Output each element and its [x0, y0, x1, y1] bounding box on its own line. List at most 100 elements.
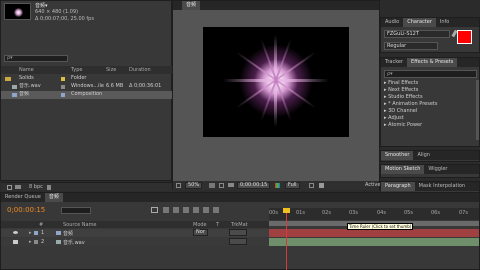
snapshot-icon[interactable]	[209, 183, 215, 188]
layer-row[interactable]: ▸ 2 音乐.wav	[1, 238, 269, 246]
tab-mask-interpolation[interactable]: Mask Interpolation	[415, 182, 469, 191]
trkmat-select[interactable]	[229, 238, 247, 245]
expand-arrow-icon[interactable]: ▸	[29, 239, 32, 245]
smoother-panel: Smoother Align	[380, 150, 480, 162]
col-source-name[interactable]: Source Name	[63, 222, 97, 228]
composition-tab-bar: 音频	[173, 1, 379, 10]
item-size: 6.6 MB	[106, 83, 124, 89]
font-name-select[interactable]: FZGuLi-S12T	[384, 30, 450, 38]
comp-canvas[interactable]	[203, 27, 349, 137]
list-item[interactable]: ▸ 3D Channel	[384, 108, 479, 115]
new-folder-icon[interactable]	[15, 185, 21, 189]
trash-icon[interactable]	[47, 185, 51, 190]
expand-arrow-icon[interactable]: ▸	[29, 230, 32, 236]
layer-name[interactable]: 音乐.wav	[63, 239, 85, 246]
list-item[interactable]: ▸ * Animation Presets	[384, 101, 479, 108]
item-type: Composition	[71, 91, 103, 97]
trkmat-select[interactable]	[229, 229, 247, 236]
tab-tracker[interactable]: Tracker	[381, 58, 407, 67]
time-ruler[interactable]: 00s 01s 02s 03s 04s 05s 06s 07s	[269, 208, 479, 220]
col-trkmat[interactable]: TrkMat	[231, 222, 248, 228]
camera-icon[interactable]	[228, 183, 234, 187]
tab-character[interactable]: Character	[403, 18, 436, 27]
col-track-matte-t[interactable]: T	[216, 222, 219, 228]
list-item[interactable]: 音乐.wav Windows...ile 6.6 MB Δ 0;00:36:01	[1, 83, 173, 91]
tab-smoother[interactable]: Smoother	[381, 151, 414, 160]
composition-panel: 音频 50% 0;00:00:15 Full Active	[172, 0, 380, 190]
live-update-icon[interactable]	[163, 207, 169, 213]
transparency-grid-icon[interactable]	[319, 183, 324, 188]
layer-duration-bar[interactable]	[269, 238, 479, 246]
bpc-label[interactable]: 8 bpc	[29, 184, 43, 190]
tab-composition[interactable]: 音频	[182, 1, 201, 10]
speaker-icon[interactable]	[13, 240, 18, 244]
layer-duration-bar[interactable]	[269, 229, 479, 237]
tab-paragraph[interactable]: Paragraph	[381, 182, 415, 191]
list-item[interactable]: ▸ Adjust	[384, 115, 479, 122]
visibility-icon[interactable]	[13, 231, 18, 234]
current-time-indicator[interactable]	[286, 209, 287, 270]
frame-blending-icon[interactable]	[193, 207, 199, 213]
effects-search-input[interactable]: ρ▾	[384, 70, 477, 78]
tab-align[interactable]: Align	[413, 151, 434, 160]
col-type[interactable]: Type	[71, 67, 82, 73]
effect-category-label: Next Effects	[388, 87, 419, 93]
effect-category-label: Adjust	[388, 115, 404, 121]
label-color	[34, 240, 38, 244]
list-item[interactable]: ▸ Studio Effects	[384, 94, 479, 101]
interpret-footage-icon[interactable]	[7, 185, 12, 190]
current-time-display[interactable]: 0;00:00:15	[7, 206, 45, 214]
font-style-select[interactable]: Regular	[384, 42, 438, 50]
composition-mini-flowchart-icon[interactable]	[151, 207, 158, 213]
col-name[interactable]: Name	[19, 67, 34, 73]
grid-icon[interactable]	[219, 183, 224, 188]
motion-blur-icon[interactable]	[203, 207, 209, 213]
tab-timeline-comp[interactable]: 音频	[44, 193, 63, 202]
tab-render-queue[interactable]: Render Queue	[1, 193, 45, 202]
comp-time-display[interactable]: 0;00:00:15	[237, 182, 271, 189]
tab-audio[interactable]: Audio	[381, 18, 403, 27]
effects-search-placeholder: ρ▾	[387, 71, 393, 77]
comp-name[interactable]: 音频▾	[35, 2, 48, 9]
quality-select[interactable]: Full	[285, 182, 300, 189]
project-search-input[interactable]: ρ▾	[4, 55, 68, 62]
tab-wiggler[interactable]: Wiggler	[424, 165, 451, 174]
effects-scrollbar[interactable]	[476, 80, 479, 140]
col-number[interactable]: #	[39, 222, 43, 228]
effects-list: ▸ Final Effects ▸ Next Effects ▸ Studio …	[384, 80, 479, 129]
effects-panel: Tracker Effects & Presets ρ▾ ▸ Final Effe…	[380, 57, 480, 147]
tab-info[interactable]: Info	[436, 18, 453, 27]
list-item[interactable]: ▸ Atomic Power	[384, 122, 479, 129]
active-camera-select[interactable]: Active	[365, 182, 380, 188]
font-style-value: Regular	[387, 43, 407, 49]
col-size[interactable]: Size	[106, 67, 116, 73]
timeline-search-input[interactable]	[61, 207, 91, 214]
toggle-resolution-icon[interactable]	[176, 183, 181, 188]
label-color	[61, 77, 65, 81]
tab-effects-presets[interactable]: Effects & Presets	[407, 58, 458, 67]
project-search-placeholder: ρ▾	[7, 55, 13, 61]
col-duration[interactable]: Duration	[129, 67, 151, 73]
timeline-tab-bar: Render Queue 音频	[1, 193, 479, 202]
audio-file-icon	[56, 240, 61, 244]
col-mode[interactable]: Mode	[193, 222, 207, 228]
blend-mode-select[interactable]: Nor	[193, 229, 208, 236]
fill-color-swatch[interactable]	[457, 30, 472, 44]
item-duration: Δ 0;00:36:01	[129, 83, 162, 89]
show-channel-icon[interactable]	[275, 183, 280, 188]
motion-sketch-panel: Motion Sketch Wiggler	[380, 164, 480, 178]
character-panel: Audio Character Info FZGuLi-S12T Regular	[380, 17, 480, 53]
graph-editor-icon[interactable]	[213, 207, 219, 213]
layer-row[interactable]: ▸ 1 音频 Nor	[1, 229, 269, 237]
tab-motion-sketch[interactable]: Motion Sketch	[381, 165, 425, 174]
hide-shy-icon[interactable]	[183, 207, 189, 213]
region-icon[interactable]	[309, 183, 314, 188]
zoom-select[interactable]: 50%	[185, 182, 203, 189]
time-indicator-handle[interactable]	[283, 208, 290, 213]
draft-3d-icon[interactable]	[173, 207, 179, 213]
list-item[interactable]: Solids Folder	[1, 75, 173, 83]
list-item[interactable]: ▸ Next Effects	[384, 87, 479, 94]
list-item[interactable]: 音频 Composition	[1, 91, 173, 99]
list-item[interactable]: ▸ Final Effects	[384, 80, 479, 87]
layer-name[interactable]: 音频	[63, 230, 73, 237]
